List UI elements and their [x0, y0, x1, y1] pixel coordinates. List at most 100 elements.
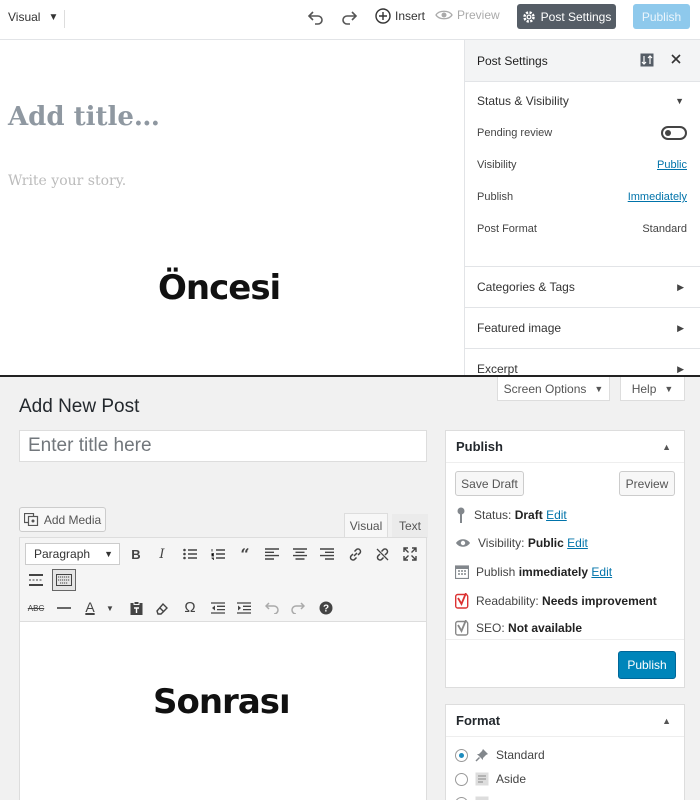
gear-icon: [522, 10, 535, 23]
insert-block-button[interactable]: Insert: [375, 8, 425, 24]
format-option-partial[interactable]: [455, 796, 489, 800]
add-media-label: Add Media: [43, 512, 102, 527]
post-settings-button[interactable]: Post Settings: [517, 4, 616, 29]
format-option-aside[interactable]: Aside: [455, 772, 526, 786]
post-settings-label: Post Settings: [540, 9, 612, 24]
publish-box-title: Publish: [456, 439, 503, 454]
status-visibility-title: Status & Visibility: [477, 94, 569, 108]
categories-tags-toggle[interactable]: Categories & Tags ▶: [465, 280, 700, 294]
sort-icon[interactable]: [640, 53, 654, 67]
post-content-input[interactable]: Write your story.: [8, 173, 126, 189]
visibility-line: Visibility: Public Edit: [455, 536, 588, 550]
caret-right-icon: ▶: [677, 322, 684, 333]
before-caption: Öncesi: [158, 268, 281, 308]
special-character-icon[interactable]: Ω: [180, 597, 200, 617]
strikethrough-icon[interactable]: ABC: [26, 598, 46, 618]
caret-down-icon: ▼: [594, 383, 604, 394]
help-icon[interactable]: ?: [316, 598, 336, 618]
publish-box-header[interactable]: Publish ▲: [446, 431, 684, 463]
blockquote-icon[interactable]: “: [235, 544, 255, 564]
undo-icon[interactable]: [307, 8, 325, 26]
visibility-link[interactable]: Public: [657, 159, 687, 171]
post-title-input[interactable]: Add title…: [8, 102, 160, 132]
align-right-icon[interactable]: [317, 544, 337, 564]
preview-button[interactable]: Preview: [619, 471, 675, 496]
format-select[interactable]: Paragraph ▼: [25, 543, 120, 565]
publish-label: Publish: [641, 9, 682, 24]
align-left-icon[interactable]: [262, 544, 282, 564]
calendar-icon: [455, 565, 469, 579]
seo-label: SEO:: [476, 621, 505, 635]
caret-down-icon: ▼: [675, 96, 684, 106]
visibility-row: Visibility Public: [477, 159, 687, 171]
help-label: Help: [631, 381, 657, 396]
publish-schedule-label: Publish: [477, 191, 514, 203]
post-format-value[interactable]: Standard: [642, 223, 687, 235]
caret-down-icon[interactable]: ▼: [100, 598, 120, 618]
status-visibility-toggle[interactable]: Status & Visibility ▼: [465, 94, 700, 108]
readability-label: Readability:: [476, 594, 539, 608]
sidebar-divider: [465, 307, 700, 308]
classic-editor: Screen Options ▼ Help ▼ Add New Post Ent…: [0, 377, 700, 800]
unlink-icon[interactable]: [372, 544, 392, 564]
fullscreen-icon[interactable]: [400, 544, 420, 564]
text-color-icon[interactable]: A: [80, 597, 100, 617]
title-input[interactable]: Enter title here: [19, 430, 427, 462]
format-option-label: Standard: [496, 748, 545, 762]
featured-image-toggle[interactable]: Featured image ▶: [465, 321, 700, 335]
link-icon[interactable]: [345, 544, 365, 564]
status-edit-link[interactable]: Edit: [546, 508, 567, 522]
clear-formatting-icon[interactable]: [152, 598, 172, 618]
preview-label: Preview: [457, 8, 500, 22]
visibility-value: Public: [527, 536, 564, 550]
redo-icon[interactable]: [288, 598, 308, 618]
readability-line: Readability: Needs improvement: [455, 593, 657, 609]
format-option-standard[interactable]: Standard: [455, 748, 545, 762]
pending-review-toggle[interactable]: [661, 126, 687, 140]
format-radio-standard[interactable]: [455, 748, 468, 762]
italic-icon[interactable]: I: [152, 544, 172, 564]
format-box-header[interactable]: Format ▲: [446, 705, 684, 737]
add-media-button[interactable]: Add Media: [19, 507, 106, 532]
caret-up-icon: ▲: [662, 715, 671, 726]
seo-value: Not available: [508, 621, 583, 635]
publish-button[interactable]: Publish: [633, 4, 690, 29]
horizontal-line-icon[interactable]: [54, 598, 74, 618]
toolbar-toggle-icon[interactable]: [52, 569, 76, 591]
bullet-list-icon[interactable]: [180, 544, 200, 564]
excerpt-toggle[interactable]: Excerpt ▶: [465, 362, 700, 376]
publish-button[interactable]: Publish: [618, 651, 676, 679]
redo-icon[interactable]: [340, 8, 358, 26]
toolbar-divider: [64, 10, 65, 28]
caret-down-icon: ▼: [664, 383, 674, 394]
tab-visual[interactable]: Visual: [344, 513, 388, 537]
preview-button[interactable]: Preview: [435, 8, 500, 22]
align-center-icon[interactable]: [290, 544, 310, 564]
sidebar-divider: [465, 266, 700, 267]
screen-options-button[interactable]: Screen Options ▼: [497, 377, 610, 401]
help-button[interactable]: Help ▼: [620, 377, 685, 401]
close-icon[interactable]: [670, 53, 682, 65]
publish-date-edit-link[interactable]: Edit: [591, 565, 612, 579]
sidebar-header: Post Settings: [465, 40, 700, 82]
format-radio-aside[interactable]: [455, 772, 468, 786]
read-more-icon[interactable]: [26, 570, 46, 590]
tab-text-label: Text: [398, 519, 421, 533]
yoast-readability-icon: [455, 593, 469, 609]
format-radio[interactable]: [455, 796, 468, 800]
undo-icon[interactable]: [262, 598, 282, 618]
sidebar-divider: [465, 348, 700, 349]
publish-schedule-link[interactable]: Immediately: [628, 191, 687, 203]
bold-icon[interactable]: B: [126, 544, 146, 564]
outdent-icon[interactable]: [208, 598, 228, 618]
visibility-edit-link[interactable]: Edit: [567, 536, 588, 550]
numbered-list-icon[interactable]: [208, 544, 228, 564]
save-draft-button[interactable]: Save Draft: [455, 471, 524, 496]
format-box-title: Format: [456, 713, 501, 728]
publish-box: Publish ▲ Save Draft Preview Status: Dra…: [445, 430, 685, 688]
editor-mode-dropdown[interactable]: Visual ▼: [8, 10, 58, 24]
publish-date-label: Publish: [476, 564, 516, 579]
tab-text[interactable]: Text: [392, 514, 428, 538]
indent-icon[interactable]: [234, 598, 254, 618]
paste-text-icon[interactable]: [126, 598, 146, 618]
